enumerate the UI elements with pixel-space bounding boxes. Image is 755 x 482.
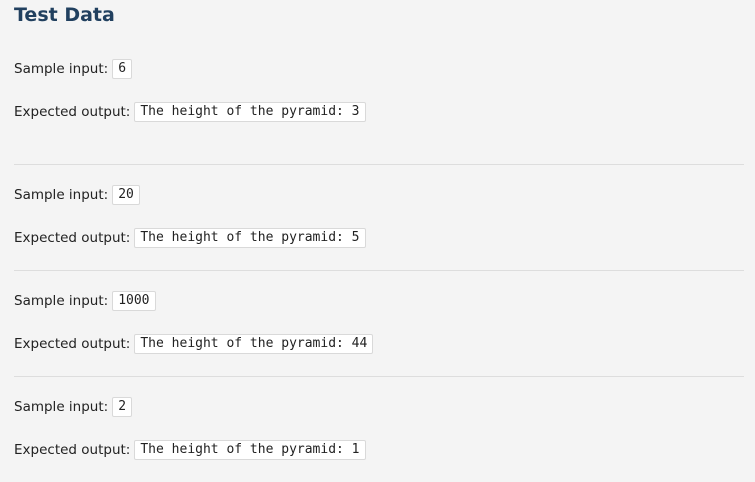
- sample-input-value: 20: [112, 185, 140, 205]
- sample-input-label: Sample input:: [14, 293, 109, 309]
- sample-input-row: Sample input: 2: [14, 396, 744, 418]
- expected-output-value: The height of the pyramid: 5: [134, 228, 366, 248]
- test-case: Sample input: 2 Expected output: The hei…: [14, 376, 744, 482]
- sample-input-value: 2: [112, 397, 133, 417]
- sample-input-label: Sample input:: [14, 187, 109, 203]
- expected-output-value: The height of the pyramid: 3: [134, 102, 366, 122]
- expected-output-row: Expected output: The height of the pyram…: [14, 101, 744, 123]
- expected-output-row: Expected output: The height of the pyram…: [14, 439, 744, 461]
- expected-output-label: Expected output:: [14, 104, 131, 120]
- expected-output-label: Expected output:: [14, 230, 131, 246]
- sample-input-row: Sample input: 20: [14, 184, 744, 206]
- expected-output-label: Expected output:: [14, 336, 131, 352]
- section-title: Test Data: [14, 4, 115, 26]
- sample-input-label: Sample input:: [14, 399, 109, 415]
- test-case: Sample input: 1000 Expected output: The …: [14, 270, 744, 376]
- test-case: Sample input: 6 Expected output: The hei…: [14, 58, 744, 164]
- sample-input-value: 6: [112, 59, 133, 79]
- expected-output-value: The height of the pyramid: 1: [134, 440, 366, 460]
- test-case: Sample input: 20 Expected output: The he…: [14, 164, 744, 270]
- expected-output-row: Expected output: The height of the pyram…: [14, 227, 744, 249]
- sample-input-value: 1000: [112, 291, 156, 311]
- sample-input-label: Sample input:: [14, 61, 109, 77]
- sample-input-row: Sample input: 1000: [14, 290, 744, 312]
- test-data-section: Test Data Sample input: 6 Expected outpu…: [14, 0, 744, 482]
- expected-output-value: The height of the pyramid: 44: [134, 334, 374, 354]
- sample-input-row: Sample input: 6: [14, 58, 744, 80]
- expected-output-row: Expected output: The height of the pyram…: [14, 333, 744, 355]
- expected-output-label: Expected output:: [14, 442, 131, 458]
